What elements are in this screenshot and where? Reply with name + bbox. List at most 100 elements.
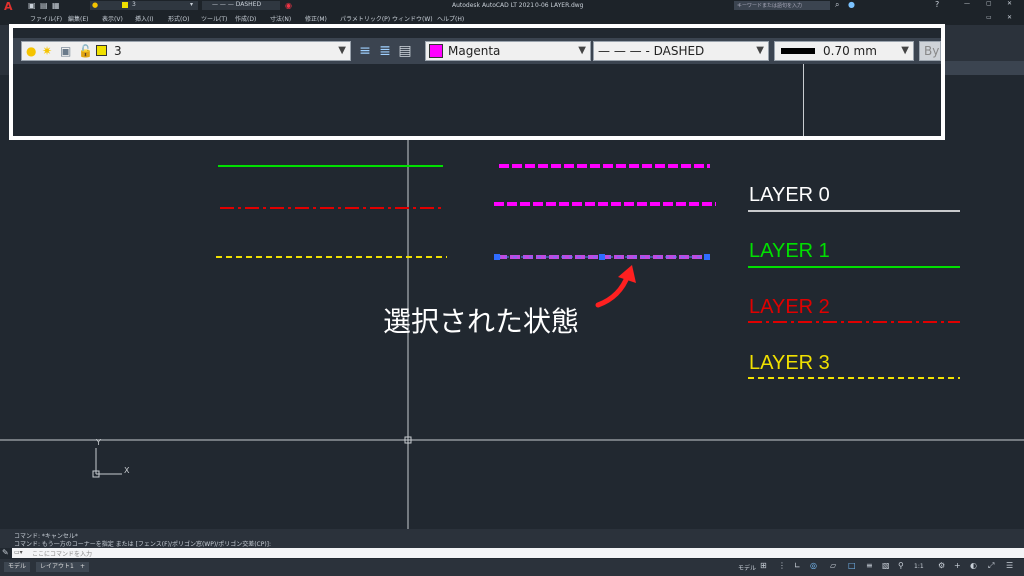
layer-properties-toolstrip: ● ✷ ▣ 🔓 3 ▼ ≡ ≣ ▤ Magenta ▼ — — — - DASH… (13, 38, 941, 64)
transparency-icon[interactable]: ▧ (882, 561, 890, 570)
fullscreen-icon[interactable]: ⤢ (988, 561, 994, 571)
quick-access-new-icon[interactable]: ▣ (28, 1, 36, 10)
color-value: Magenta (448, 44, 501, 58)
lineweight-value: 0.70 mm (823, 44, 877, 58)
match-layer-icon[interactable]: ≣ (377, 43, 393, 59)
grip-start[interactable] (494, 254, 500, 260)
legend-label-layer1: LAYER 1 (749, 240, 830, 262)
annotation-scale-value[interactable]: 1:1 (914, 563, 924, 570)
selected-state-caption: 選択された状態 (383, 305, 580, 338)
menu-file[interactable]: ファイル(F) (30, 14, 62, 23)
panel-divider (803, 64, 804, 136)
lock-open-icon: 🔓 (78, 44, 93, 58)
grip-mid[interactable] (599, 254, 605, 260)
gear-icon[interactable]: ⚙ (938, 561, 945, 570)
title-bar: A ▣ ▤ ▦ ● 3 ▾ — — — DASHED ◉ Autodesk Au… (0, 0, 1024, 13)
chevron-down-icon: ▼ (901, 45, 909, 56)
maximize-button[interactable]: ▢ (986, 0, 992, 7)
linetype-combo[interactable]: — — — - DASHED ▼ (593, 41, 769, 61)
quick-linetype-value: — — — DASHED (212, 1, 262, 8)
menu-help[interactable]: ヘルプ(H) (437, 14, 464, 23)
isolate-icon[interactable]: ◐ (970, 561, 977, 570)
search-input[interactable]: キーワードまたは語句を入力 (734, 1, 830, 10)
app-title: Autodesk AutoCAD LT 2021 (452, 2, 535, 9)
command-history: コマンド: *キャンセル* コマンド: もう一方のコーナーを指定 または [フェ… (0, 529, 1024, 548)
close-button[interactable]: ✕ (1007, 0, 1012, 7)
menu-draw[interactable]: 作成(D) (235, 14, 256, 23)
legend-label-layer3: LAYER 3 (749, 352, 830, 374)
layer-combo[interactable]: ● ✷ ▣ 🔓 3 ▼ (21, 41, 351, 61)
command-history-line: コマンド: もう一方のコーナーを指定 または [フェンス(F)/ポリゴン窓(WP… (14, 541, 272, 548)
quick-layer-value: 3 (132, 1, 136, 8)
plotstyle-combo[interactable]: By (919, 41, 941, 61)
menu-edit[interactable]: 編集(E) (68, 14, 88, 23)
tab-model[interactable]: モデル (4, 562, 31, 572)
viewport-freeze-icon: ▣ (60, 44, 72, 58)
annotation-scale-icon[interactable]: ⚲ (898, 561, 904, 570)
freeze-sun-icon: ✷ (42, 44, 53, 58)
legend-label-layer2: LAYER 2 (749, 296, 830, 318)
search-placeholder: キーワードまたは語句を入力 (737, 3, 803, 9)
command-input[interactable]: ▭▾ ここにコマンドを入力 (12, 548, 1024, 558)
command-wrench-icon[interactable]: ✎ (2, 548, 9, 557)
red-arrow-icon (595, 272, 631, 308)
ribbon-right-strip (945, 61, 1024, 75)
color-combo[interactable]: Magenta ▼ (425, 41, 591, 61)
customization-menu-icon[interactable]: ☰ (1006, 561, 1013, 570)
tab-layout1[interactable]: レイアウト1 (36, 562, 78, 572)
layer-name-value: 3 (114, 44, 122, 58)
snap-icon[interactable]: ⋮ (778, 561, 786, 570)
color-swatch-icon (429, 44, 443, 58)
quick-access-save-icon[interactable]: ▦ (52, 1, 60, 10)
quick-access-linetype-combo[interactable]: — — — DASHED (202, 1, 280, 10)
lineweight-combo[interactable]: 0.70 mm ▼ (774, 41, 914, 61)
layer-color-swatch-icon (122, 2, 128, 8)
doc-close-button[interactable]: ✕ (1007, 14, 1012, 21)
grip-end[interactable] (704, 254, 710, 260)
search-icon[interactable]: ⌕ (835, 0, 839, 10)
lineweight-bar-icon (781, 48, 815, 54)
menu-tools[interactable]: ツール(T) (201, 14, 227, 23)
minimize-button[interactable]: — (964, 0, 970, 7)
quick-access-layer-combo[interactable]: ● 3 ▾ (90, 1, 198, 10)
linetype-value: — — — - DASHED (598, 44, 705, 58)
layer-on-bulb-icon: ● (26, 44, 37, 58)
command-placeholder: ここにコマンドを入力 (32, 551, 93, 558)
chevron-down-icon: ▾ (190, 1, 194, 8)
menu-window[interactable]: ウィンドウ(W) (392, 14, 433, 23)
layer-color-square-icon (96, 45, 107, 56)
help-icon[interactable]: ? (935, 0, 939, 9)
layer-bulb-icon: ● (92, 1, 99, 9)
layer-state-icon[interactable]: ▤ (397, 43, 413, 59)
menu-dimension[interactable]: 寸法(N) (270, 14, 291, 23)
plotstyle-value: By (924, 44, 940, 58)
command-prompt-icon[interactable]: ▭▾ (14, 549, 23, 556)
osnap-icon[interactable]: □ (848, 561, 856, 570)
menu-parametric[interactable]: パラメトリック(P) (340, 14, 390, 23)
chevron-down-icon: ▼ (756, 45, 764, 56)
plus-icon[interactable]: + (954, 561, 961, 570)
make-current-layer-icon[interactable]: ≡ (357, 43, 373, 59)
quick-access-open-icon[interactable]: ▤ (40, 1, 48, 10)
color-wheel-icon[interactable]: ◉ (285, 1, 292, 10)
chevron-down-icon: ▼ (578, 45, 586, 56)
polar-icon[interactable]: ◎ (810, 561, 817, 570)
ucs-x-label: X (124, 466, 130, 475)
menu-modify[interactable]: 修正(M) (305, 14, 327, 23)
grid-icon[interactable]: ⊞ (760, 561, 767, 570)
menu-format[interactable]: 形式(O) (168, 14, 189, 23)
status-bar: モデル レイアウト1 + モデル ⊞ ⋮ ∟ ◎ ▱ □ ≡ ▧ ⚲ 1:1 ⚙… (0, 559, 1024, 576)
user-icon[interactable]: ● (848, 0, 855, 9)
ucs-y-label: Y (95, 438, 101, 447)
lineweight-toggle-icon[interactable]: ≡ (866, 561, 873, 570)
menu-view[interactable]: 表示(V) (102, 14, 123, 23)
isodraft-icon[interactable]: ▱ (830, 561, 836, 570)
ortho-icon[interactable]: ∟ (794, 561, 801, 570)
model-space-button[interactable]: モデル (738, 563, 756, 572)
file-name: 0-06 LAYER.dwg (535, 2, 584, 9)
legend-label-layer0: LAYER 0 (749, 184, 830, 206)
add-layout-button[interactable]: + (76, 562, 90, 572)
menu-insert[interactable]: 挿入(I) (135, 14, 153, 23)
doc-minimize-button[interactable]: ▭ (986, 14, 992, 21)
chevron-down-icon: ▼ (338, 45, 346, 56)
